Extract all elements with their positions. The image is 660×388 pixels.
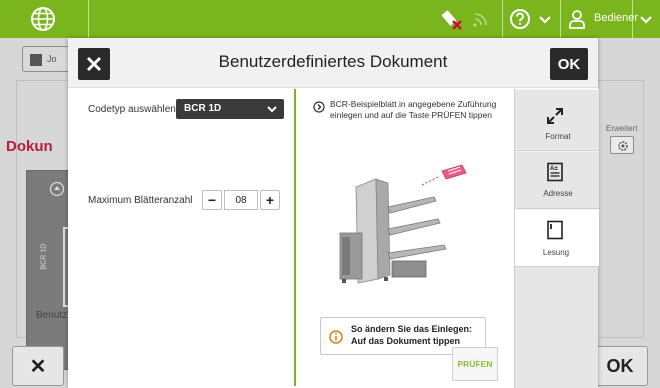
address-document-icon: A±	[547, 162, 563, 182]
settings-tabs: Format A± Adresse Lesung	[514, 89, 599, 388]
custom-document-dialog: Benutzerdefiniertes Dokument OK Codetyp …	[68, 38, 599, 388]
instruction-pane: BCR-Beispielblatt in angegebene Zuführun…	[296, 89, 514, 388]
close-button[interactable]	[78, 48, 110, 80]
play-circle-icon	[313, 101, 325, 113]
tab-lesung[interactable]: Lesung	[515, 209, 599, 267]
topbar-separator	[502, 0, 503, 38]
tab-format-label: Format	[545, 132, 571, 141]
hint-line-1: So ändern Sie das Einlegen:	[351, 324, 473, 334]
folder-inserter-machine-image[interactable]	[326, 157, 476, 285]
dialog-title: Benutzerdefiniertes Dokument	[218, 52, 448, 71]
back-button: Jo	[22, 46, 72, 72]
codetype-value: BCR 1D	[184, 103, 222, 114]
increment-button[interactable]: +	[260, 190, 280, 210]
help-icon[interactable]	[509, 8, 531, 30]
codetype-label: Codetyp auswählen	[88, 104, 176, 115]
background-close-button: ✕	[12, 346, 64, 386]
tab-lesung-label: Lesung	[542, 248, 570, 257]
max-sheets-label: Maximum Blätteranzahl	[88, 195, 193, 206]
card-vertical-label: BCR 1D	[40, 243, 48, 270]
max-sheets-stepper: − 08 +	[202, 190, 280, 210]
background-ok-button: OK	[592, 346, 648, 386]
hint-line-2: Auf das Dokument tippen	[351, 336, 461, 346]
settings-pane: Codetyp auswählen BCR 1D Maximum Blätter…	[68, 89, 292, 388]
svg-text:A±: A±	[550, 166, 558, 172]
topbar-separator	[632, 0, 633, 38]
decrement-button[interactable]: −	[202, 190, 222, 210]
document-icon	[30, 54, 42, 66]
background-card-label: Benutz	[36, 310, 68, 321]
no-signal-icon	[441, 10, 462, 30]
topbar-separator	[88, 0, 89, 38]
tab-adresse[interactable]: A± Adresse	[517, 151, 599, 209]
dialog-header: Benutzerdefiniertes Dokument OK	[68, 38, 598, 88]
top-bar: Bediener	[0, 0, 660, 38]
tab-format[interactable]: Format	[517, 89, 599, 151]
wifi-icon	[473, 13, 487, 27]
close-icon	[86, 56, 102, 72]
back-label: Jo	[47, 54, 57, 64]
eject-icon	[49, 181, 65, 197]
codetype-select[interactable]: BCR 1D	[176, 99, 284, 119]
ok-button[interactable]: OK	[550, 48, 588, 80]
user-icon[interactable]	[566, 8, 588, 30]
max-sheets-value[interactable]: 08	[224, 190, 258, 210]
tab-adresse-label: Adresse	[543, 189, 573, 198]
hint-text: So ändern Sie das Einlegen: Auf das Doku…	[351, 323, 472, 347]
expand-arrows-icon	[547, 108, 563, 124]
topbar-separator	[560, 0, 561, 38]
reading-document-icon	[547, 220, 563, 240]
background-title: Dokun	[6, 138, 53, 155]
chevron-down-icon[interactable]	[637, 10, 655, 28]
globe-icon[interactable]	[30, 6, 56, 32]
check-button[interactable]: PRÜFEN	[452, 347, 498, 381]
gear-icon	[610, 136, 634, 154]
instruction-text: BCR-Beispielblatt in angegebene Zuführun…	[330, 99, 497, 120]
chevron-down-icon	[267, 106, 277, 113]
background-tab-extra: Erweitert	[606, 124, 638, 133]
info-icon	[329, 330, 343, 344]
chevron-down-icon[interactable]	[536, 10, 554, 28]
